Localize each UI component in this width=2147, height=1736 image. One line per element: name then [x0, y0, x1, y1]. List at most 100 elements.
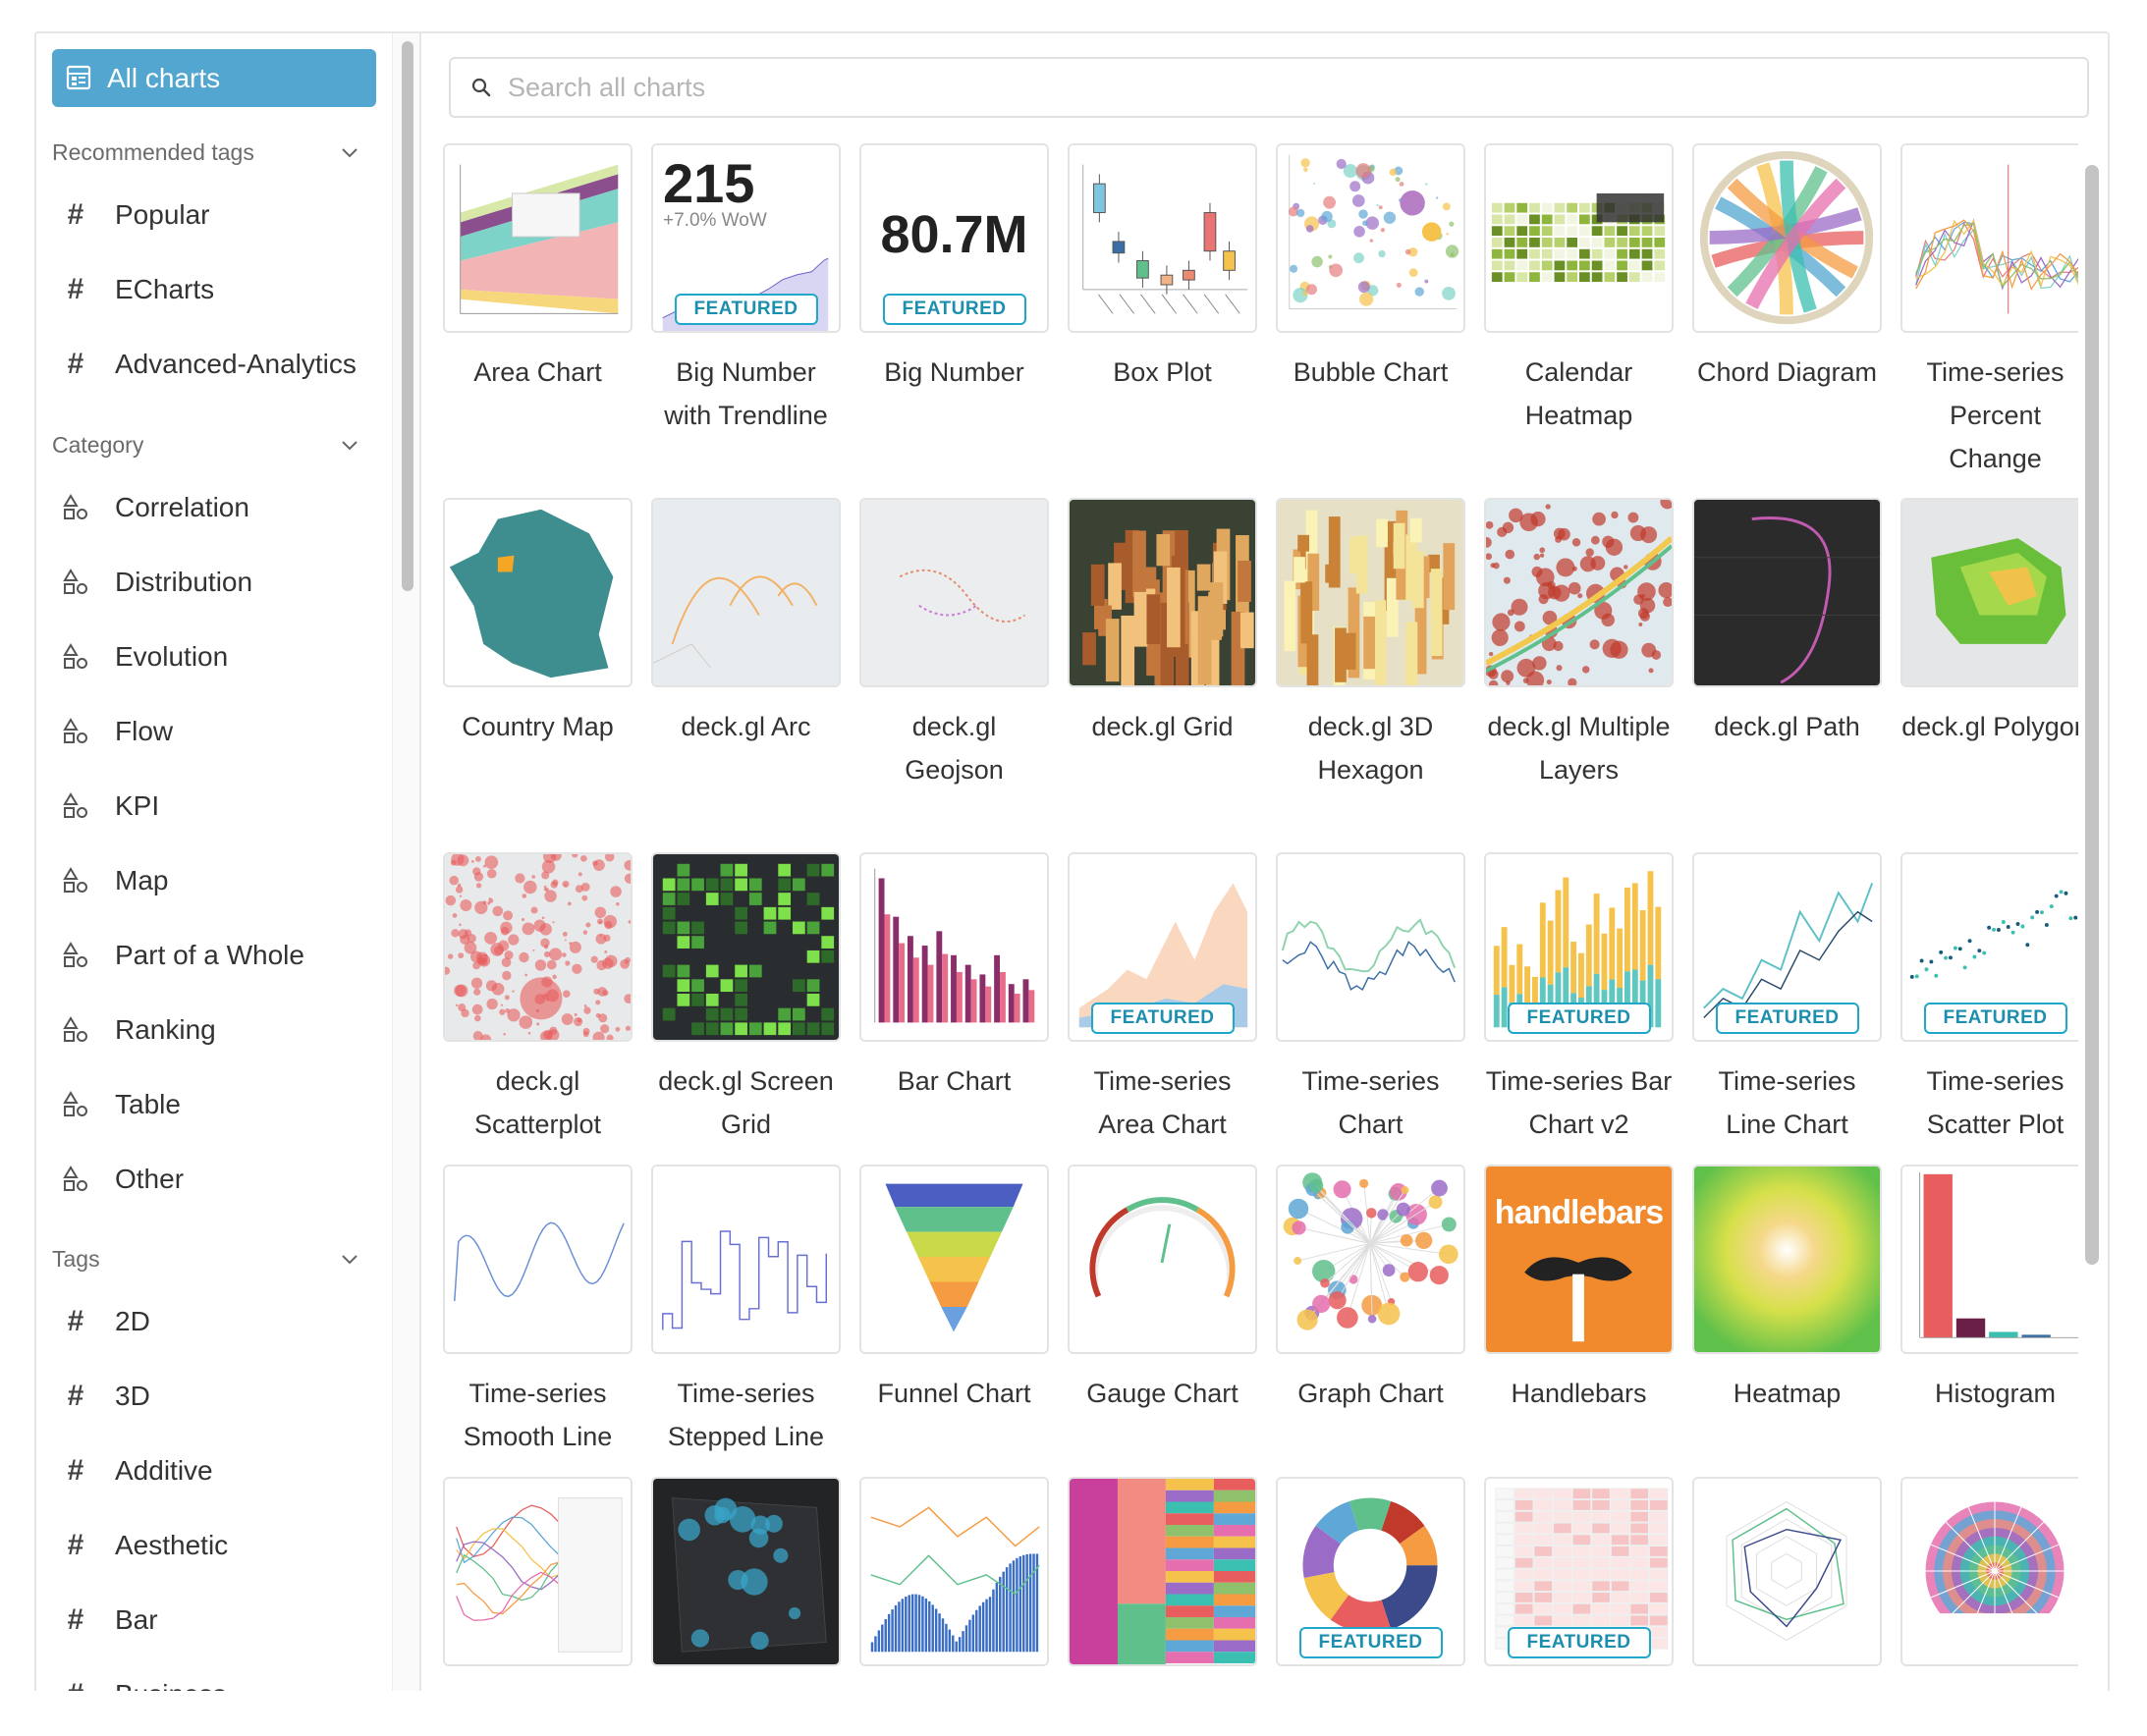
- chart-card-time-series-percent-change[interactable]: Time-series Percent Change: [1900, 143, 2090, 480]
- category-item-other[interactable]: Other: [52, 1150, 376, 1209]
- chart-card-country-map[interactable]: Country Map: [443, 498, 633, 748]
- category-item-distribution[interactable]: Distribution: [52, 553, 376, 612]
- chart-thumbnail[interactable]: 80.7M FEATURED: [859, 143, 1049, 333]
- category-item-kpi[interactable]: KPI: [52, 777, 376, 836]
- chart-card-handlebars[interactable]: handlebars Handlebars: [1484, 1165, 1674, 1415]
- chart-card-bar-chart[interactable]: Bar Chart: [859, 852, 1049, 1103]
- chart-thumbnail[interactable]: FEATURED: [1484, 1477, 1674, 1666]
- category-item-map[interactable]: Map: [52, 851, 376, 910]
- chart-card-area-chart[interactable]: Area Chart: [443, 143, 633, 394]
- category-item-table[interactable]: Table: [52, 1075, 376, 1134]
- chart-thumbnail[interactable]: [651, 498, 841, 687]
- chart-thumbnail[interactable]: FEATURED: [1900, 852, 2090, 1042]
- chart-card-chord-diagram[interactable]: Chord Diagram: [1692, 143, 1882, 394]
- chart-thumbnail[interactable]: [1900, 1477, 2090, 1666]
- chart-card-mapbox[interactable]: MapBox: [651, 1477, 841, 1691]
- chart-card-deck-gl-path[interactable]: deck.gl Path: [1692, 498, 1882, 748]
- tag-item-additive[interactable]: # Additive: [52, 1441, 376, 1500]
- chart-thumbnail[interactable]: [1276, 1165, 1465, 1354]
- chart-card-time-series-chart[interactable]: Time-series Chart: [1276, 852, 1465, 1146]
- chart-thumbnail[interactable]: [859, 1165, 1049, 1354]
- chart-card-graph-chart[interactable]: Graph Chart: [1276, 1165, 1465, 1415]
- chart-thumbnail[interactable]: [1068, 1165, 1257, 1354]
- chart-card-partition[interactable]: Partition: [1068, 1477, 1257, 1691]
- tag-item-bar[interactable]: # Bar: [52, 1591, 376, 1650]
- chart-card-big-number[interactable]: 80.7M FEATURED Big Number: [859, 143, 1049, 394]
- chart-card-deck-gl-3d-hexagon[interactable]: deck.gl 3D Hexagon: [1276, 498, 1465, 791]
- chart-card-deck-gl-screen-grid[interactable]: deck.gl Screen Grid: [651, 852, 841, 1146]
- category-item-evolution[interactable]: Evolution: [52, 627, 376, 686]
- chart-card-pie-chart[interactable]: FEATURED Pie Chart: [1276, 1477, 1465, 1691]
- chart-card-time-series-area-chart[interactable]: FEATURED Time-series Area Chart: [1068, 852, 1257, 1146]
- chart-thumbnail[interactable]: [859, 1477, 1049, 1666]
- chart-card-bubble-chart[interactable]: Bubble Chart: [1276, 143, 1465, 394]
- chart-thumbnail[interactable]: [443, 143, 633, 333]
- recommended-tags-header[interactable]: Recommended tags: [52, 133, 376, 172]
- chart-thumbnail[interactable]: [1900, 1165, 2090, 1354]
- main-scrollbar-thumb[interactable]: [2085, 165, 2099, 1265]
- tag-item-aesthetic[interactable]: # Aesthetic: [52, 1516, 376, 1575]
- chart-thumbnail[interactable]: [443, 1165, 633, 1354]
- tag-item-business[interactable]: # Business: [52, 1665, 376, 1691]
- chart-thumbnail[interactable]: [651, 852, 841, 1042]
- chart-card-pivot-table[interactable]: FEATURED Pivot Table: [1484, 1477, 1674, 1691]
- tags-header[interactable]: Tags: [52, 1239, 376, 1278]
- chart-thumbnail[interactable]: [1900, 143, 2090, 333]
- sidebar-scrollbar-thumb[interactable]: [402, 41, 413, 591]
- tag-item-2d[interactable]: #2D: [52, 1292, 376, 1351]
- tag-item-popular[interactable]: # Popular: [52, 186, 376, 244]
- chart-card-time-series-stepped-line[interactable]: Time-series Stepped Line: [651, 1165, 841, 1458]
- chart-thumbnail[interactable]: [1484, 498, 1674, 687]
- category-item-part-of-a-whole[interactable]: Part of a Whole: [52, 926, 376, 985]
- chart-thumbnail[interactable]: [1692, 1165, 1882, 1354]
- chart-thumbnail[interactable]: FEATURED: [1484, 852, 1674, 1042]
- category-item-flow[interactable]: Flow: [52, 702, 376, 761]
- chart-thumbnail[interactable]: [1692, 143, 1882, 333]
- chart-thumbnail[interactable]: [1276, 143, 1465, 333]
- chart-card-time-series-smooth-line[interactable]: Time-series Smooth Line: [443, 1165, 633, 1458]
- chart-thumbnail[interactable]: 215 +7.0% WoW FEATURED: [651, 143, 841, 333]
- chart-thumbnail[interactable]: [651, 1165, 841, 1354]
- tag-item-advanced-analytics[interactable]: # Advanced-Analytics: [52, 335, 376, 394]
- chart-thumbnail[interactable]: [859, 498, 1049, 687]
- tag-item-echarts[interactable]: # ECharts: [52, 260, 376, 319]
- chart-card-time-series-scatter-plot[interactable]: FEATURED Time-series Scatter Plot: [1900, 852, 2090, 1146]
- sidebar-scrollbar[interactable]: [392, 33, 421, 1691]
- tag-item-3d[interactable]: #3D: [52, 1367, 376, 1426]
- main-scrollbar[interactable]: [2078, 122, 2108, 1691]
- chart-card-deck-gl-polygon[interactable]: deck.gl Polygon: [1900, 498, 2090, 748]
- chart-card-radar-chart[interactable]: Radar Chart: [1692, 1477, 1882, 1691]
- chart-thumbnail[interactable]: FEATURED: [1692, 852, 1882, 1042]
- search-input[interactable]: [506, 71, 1983, 104]
- chart-card-gauge-chart[interactable]: Gauge Chart: [1068, 1165, 1257, 1415]
- chart-thumbnail[interactable]: [1276, 852, 1465, 1042]
- chart-thumbnail[interactable]: [1484, 143, 1674, 333]
- chart-thumbnail[interactable]: [443, 1477, 633, 1666]
- chart-card-funnel-chart[interactable]: Funnel Chart: [859, 1165, 1049, 1415]
- chart-thumbnail[interactable]: [651, 1477, 841, 1666]
- chart-card-time-series-bar-chart-v2[interactable]: FEATURED Time-series Bar Chart v2: [1484, 852, 1674, 1146]
- chart-card-deck-gl-grid[interactable]: deck.gl Grid: [1068, 498, 1257, 748]
- chart-card-histogram[interactable]: Histogram: [1900, 1165, 2090, 1415]
- chart-card-box-plot[interactable]: Box Plot: [1068, 143, 1257, 394]
- chart-thumbnail[interactable]: [859, 852, 1049, 1042]
- chart-card-calendar-heatmap[interactable]: Calendar Heatmap: [1484, 143, 1674, 437]
- chart-card-time-series-line-chart[interactable]: FEATURED Time-series Line Chart: [1692, 852, 1882, 1146]
- chart-thumbnail[interactable]: FEATURED: [1276, 1477, 1465, 1666]
- chart-thumbnail[interactable]: [1068, 1477, 1257, 1666]
- chart-thumbnail[interactable]: [1068, 143, 1257, 333]
- category-header[interactable]: Category: [52, 425, 376, 464]
- chart-thumbnail[interactable]: [1692, 1477, 1882, 1666]
- chart-thumbnail[interactable]: FEATURED: [1068, 852, 1257, 1042]
- chart-card-deck-gl-multiple-layers[interactable]: deck.gl Multiple Layers: [1484, 498, 1674, 791]
- chart-thumbnail[interactable]: [443, 852, 633, 1042]
- chart-card-nightingale[interactable]: Nightingale: [1900, 1477, 2090, 1691]
- chart-thumbnail[interactable]: [1068, 498, 1257, 687]
- chart-thumbnail[interactable]: [1276, 498, 1465, 687]
- chart-thumbnail[interactable]: handlebars: [1484, 1165, 1674, 1354]
- chart-card-line-chart[interactable]: Line Chart: [443, 1477, 633, 1691]
- category-item-ranking[interactable]: Ranking: [52, 1001, 376, 1059]
- chart-card-deck-gl-scatterplot[interactable]: deck.gl Scatterplot: [443, 852, 633, 1146]
- chart-thumbnail[interactable]: [1900, 498, 2090, 687]
- search-box[interactable]: [449, 57, 2089, 118]
